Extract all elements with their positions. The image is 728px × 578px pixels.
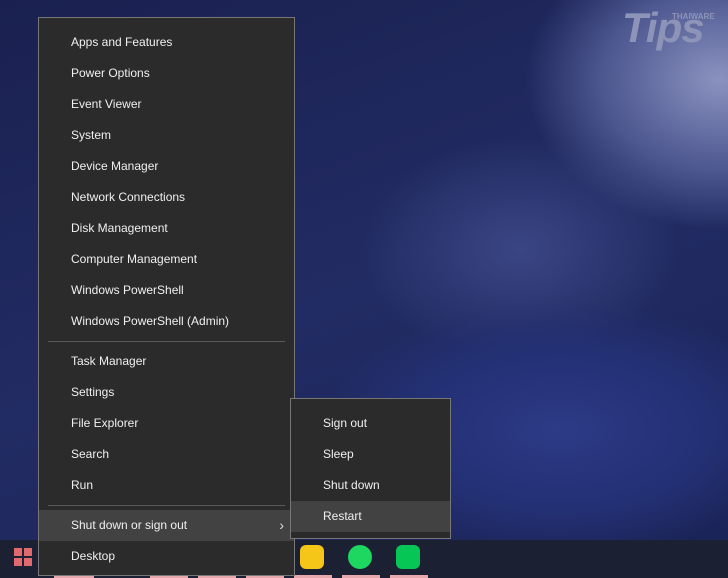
chevron-right-icon: › (279, 517, 284, 533)
menu-item-power-options[interactable]: Power Options (39, 58, 294, 89)
menu-item-settings[interactable]: Settings (39, 377, 294, 408)
line-icon[interactable] (396, 545, 420, 569)
menu-separator (48, 505, 285, 506)
shutdown-label: Shut down or sign out (71, 518, 188, 532)
menu-item-run[interactable]: Run (39, 470, 294, 501)
menu-item-desktop[interactable]: Desktop (39, 541, 294, 572)
winx-context-menu: Apps and Features Power Options Event Vi… (38, 17, 295, 576)
submenu-restart[interactable]: Restart (291, 501, 450, 532)
menu-item-apps-features[interactable]: Apps and Features (39, 27, 294, 58)
menu-item-event-viewer[interactable]: Event Viewer (39, 89, 294, 120)
start-button-windows-icon[interactable] (14, 548, 32, 566)
submenu-shut-down[interactable]: Shut down (291, 470, 450, 501)
menu-item-powershell-admin[interactable]: Windows PowerShell (Admin) (39, 306, 294, 337)
menu-separator (48, 341, 285, 342)
submenu-sleep[interactable]: Sleep (291, 439, 450, 470)
submenu-sign-out[interactable]: Sign out (291, 408, 450, 439)
menu-item-task-manager[interactable]: Task Manager (39, 346, 294, 377)
menu-item-search[interactable]: Search (39, 439, 294, 470)
menu-item-file-explorer[interactable]: File Explorer (39, 408, 294, 439)
menu-item-system[interactable]: System (39, 120, 294, 151)
menu-item-device-manager[interactable]: Device Manager (39, 151, 294, 182)
menu-item-network-connections[interactable]: Network Connections (39, 182, 294, 213)
menu-item-powershell[interactable]: Windows PowerShell (39, 275, 294, 306)
shutdown-submenu: Sign out Sleep Shut down Restart (290, 398, 451, 539)
menu-item-computer-management[interactable]: Computer Management (39, 244, 294, 275)
thaiware-tips-logo: Tips THAIWARE (622, 4, 715, 51)
menu-item-disk-management[interactable]: Disk Management (39, 213, 294, 244)
menu-item-shutdown-signout[interactable]: Shut down or sign out › (39, 510, 294, 541)
app-icon-yellow[interactable] (300, 545, 324, 569)
spotify-icon[interactable] (348, 545, 372, 569)
